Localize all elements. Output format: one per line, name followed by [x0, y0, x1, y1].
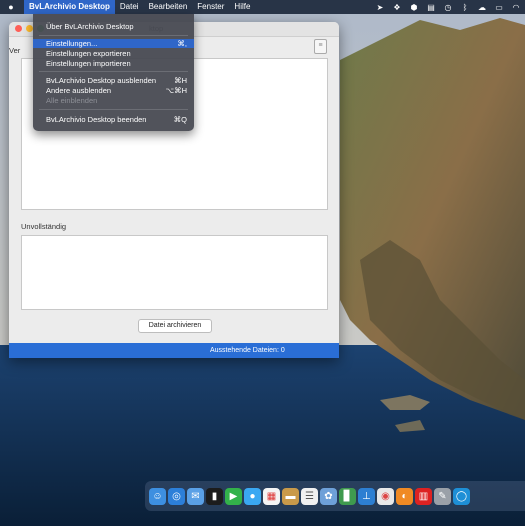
mail-icon[interactable]: ✉: [187, 487, 204, 505]
menu-item-hide-others[interactable]: Andere ausblenden ⌥⌘H: [33, 86, 194, 95]
minimize-window-button[interactable]: [26, 25, 33, 32]
numbers-icon[interactable]: ▊: [339, 487, 356, 505]
menu-item-export-preferences[interactable]: Einstellungen exportieren: [33, 49, 194, 58]
notes-icon[interactable]: ▬: [282, 487, 299, 505]
status-bar: Ausstehende Dateien: 0: [9, 343, 339, 358]
safari-icon[interactable]: ◎: [168, 487, 185, 505]
menu-datei[interactable]: Datei: [115, 0, 144, 14]
calendar-icon[interactable]: ▦: [263, 487, 280, 505]
archive-icon[interactable]: ▥: [415, 487, 432, 505]
shield-icon[interactable]: ⬢: [409, 3, 419, 12]
archive-file-button[interactable]: Datei archivieren: [138, 319, 212, 333]
pending-files-status: Ausstehende Dateien: 0: [210, 347, 285, 354]
menu-item-show-all: Alle einblenden: [46, 96, 98, 105]
menu-fenster[interactable]: Fenster: [192, 0, 229, 14]
facetime-icon[interactable]: ▶: [225, 487, 242, 505]
menu-bar: ● BvLArchivio Desktop Datei Bearbeiten F…: [0, 0, 525, 14]
chrome-icon[interactable]: ◉: [377, 487, 394, 505]
firefox-icon[interactable]: ◐: [396, 487, 413, 505]
dock: ☺ ◎ ✉ ▮ ▶ ● ▦ ▬ ☰ ✿ ▊ ⊥ ◉ ◐ ▥ ✎ ◯: [145, 481, 525, 511]
section-label-incomplete: Unvollständig: [21, 222, 67, 231]
section-label-top: Ver: [9, 46, 21, 55]
apple-logo-icon[interactable]: ●: [4, 2, 18, 12]
menu-item-quit[interactable]: BvLArchivio Desktop beenden ⌘Q: [33, 115, 194, 124]
wifi-icon[interactable]: ◠: [511, 3, 521, 12]
reminders-icon[interactable]: ☰: [301, 487, 318, 505]
keynote-icon[interactable]: ⊥: [358, 487, 375, 505]
menu-hilfe[interactable]: Hilfe: [229, 0, 255, 14]
dropbox-icon[interactable]: ❖: [392, 3, 402, 12]
browser-icon[interactable]: ◯: [453, 487, 470, 505]
messages-icon[interactable]: ●: [244, 487, 261, 505]
cloud-icon[interactable]: ☁: [477, 3, 487, 12]
menu-item-preferences[interactable]: Einstellungen... ⌘,: [33, 39, 194, 48]
menu-separator: [39, 35, 188, 36]
bluetooth-icon[interactable]: ᛒ: [460, 3, 470, 12]
menu-item-about[interactable]: Über BvLArchivio Desktop: [33, 22, 194, 31]
menu-bearbeiten[interactable]: Bearbeiten: [144, 0, 193, 14]
terminal-icon[interactable]: ▮: [206, 487, 223, 505]
script-icon[interactable]: ✎: [434, 487, 451, 505]
clock-icon[interactable]: ◷: [443, 3, 453, 12]
menu-item-hide-app[interactable]: BvLArchivio Desktop ausblenden ⌘H: [33, 76, 194, 85]
menu-app[interactable]: BvLArchivio Desktop: [24, 0, 115, 14]
finder-icon[interactable]: ☺: [149, 487, 166, 505]
menu-separator: [39, 109, 188, 110]
close-window-button[interactable]: [15, 25, 22, 32]
incomplete-files-list[interactable]: [21, 235, 328, 310]
menu-separator: [39, 71, 188, 72]
menu-item-import-preferences[interactable]: Einstellungen importieren: [33, 59, 194, 68]
app-menu-dropdown: Über BvLArchivio Desktop Einstellungen..…: [33, 14, 194, 131]
location-icon[interactable]: ➤: [375, 3, 385, 12]
document-icon[interactable]: ≡: [314, 39, 327, 54]
keyboard-icon[interactable]: ▭: [494, 3, 504, 12]
photos-icon[interactable]: ✿: [320, 487, 337, 505]
status-area: ➤ ❖ ⬢ ▤ ◷ ᛒ ☁ ▭ ◠: [375, 0, 521, 14]
clipboard-icon[interactable]: ▤: [426, 3, 436, 12]
